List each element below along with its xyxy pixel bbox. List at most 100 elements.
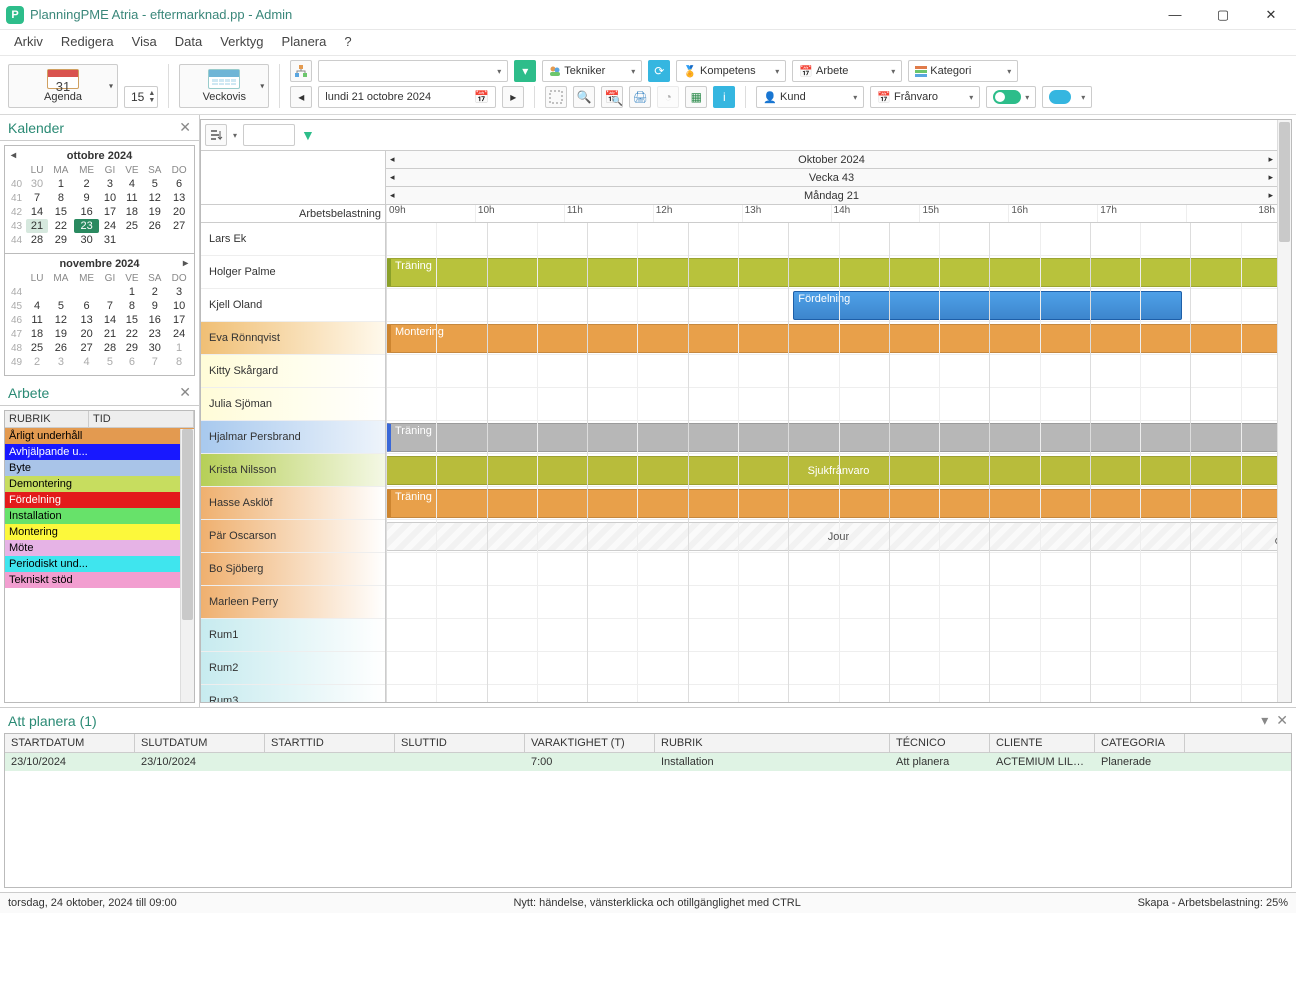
calendar-day[interactable]: 21: [99, 327, 120, 341]
resource-row[interactable]: Bo Sjöberg: [201, 553, 385, 586]
calendar-day[interactable]: 14: [99, 313, 120, 327]
calendar-search-icon[interactable]: 📅🔍: [601, 86, 623, 108]
calendar-day[interactable]: 3: [48, 355, 74, 369]
calendar-day[interactable]: 24: [99, 219, 120, 233]
chevron-down-icon[interactable]: ▾: [109, 82, 113, 91]
att-cell[interactable]: Planerade: [1095, 753, 1185, 771]
scrollbar[interactable]: [1277, 223, 1291, 702]
calendar-day[interactable]: 2: [26, 355, 48, 369]
calendar-day[interactable]: 26: [48, 341, 74, 355]
calendar-day[interactable]: 10: [166, 299, 192, 313]
resource-row[interactable]: Krista Nilsson: [201, 454, 385, 487]
calendar-day[interactable]: [26, 285, 48, 299]
nav-prev[interactable]: ◂: [390, 154, 395, 165]
arbete-item[interactable]: Avhjälpande u...: [5, 444, 194, 460]
menu-verktyg[interactable]: Verktyg: [220, 34, 263, 49]
calendar-day[interactable]: 2: [143, 285, 166, 299]
calendar-day[interactable]: 18: [26, 327, 48, 341]
calendar-day[interactable]: 4: [74, 355, 100, 369]
calendar-day[interactable]: 7: [26, 191, 48, 205]
calendar-day[interactable]: 19: [48, 327, 74, 341]
calendar-day[interactable]: [48, 285, 74, 299]
calendar-day[interactable]: 9: [143, 299, 166, 313]
calendar-day[interactable]: 13: [166, 191, 192, 205]
calendar-day[interactable]: 16: [74, 205, 100, 219]
resource-row[interactable]: Kjell Oland: [201, 289, 385, 322]
calendar-day[interactable]: 15: [48, 205, 74, 219]
calendar-day[interactable]: 11: [26, 313, 48, 327]
marquee-icon[interactable]: [545, 86, 567, 108]
kategori-dropdown[interactable]: Kategori▾: [908, 60, 1018, 82]
calendar-day[interactable]: 12: [143, 191, 166, 205]
calendar-day[interactable]: [120, 233, 143, 247]
filter1-dropdown[interactable]: ▾: [318, 60, 508, 82]
att-cell[interactable]: 7:00: [525, 753, 655, 771]
calendar-day[interactable]: 23: [143, 327, 166, 341]
calendar-day[interactable]: 6: [120, 355, 143, 369]
calendar-day[interactable]: [99, 285, 120, 299]
col-tid[interactable]: TID: [89, 411, 194, 427]
calendar-day[interactable]: 23: [74, 219, 100, 233]
calendar-day[interactable]: 12: [48, 313, 74, 327]
calendar-day[interactable]: 20: [74, 327, 100, 341]
info-icon[interactable]: i: [713, 86, 735, 108]
menu-redigera[interactable]: Redigera: [61, 34, 114, 49]
resource-row[interactable]: Pär Oscarson: [201, 520, 385, 553]
calendar-day[interactable]: 1: [166, 341, 192, 355]
nav-next[interactable]: ▸: [1268, 172, 1273, 183]
arbete-item[interactable]: Tekniskt stöd: [5, 572, 194, 588]
att-col[interactable]: TÉCNICO: [890, 734, 990, 752]
calendar-day[interactable]: 28: [26, 233, 48, 247]
resource-row[interactable]: Marleen Perry: [201, 586, 385, 619]
calendar-day[interactable]: 30: [143, 341, 166, 355]
calendar-day[interactable]: 6: [74, 299, 100, 313]
toggle2-dropdown[interactable]: ▾: [1042, 86, 1092, 108]
minimize-button[interactable]: —: [1162, 7, 1188, 23]
sort-icon[interactable]: [205, 124, 227, 146]
calendar-day[interactable]: 5: [99, 355, 120, 369]
calendar-day[interactable]: 19: [143, 205, 166, 219]
scrollbar[interactable]: [180, 429, 194, 702]
arbete-item[interactable]: Demontering: [5, 476, 194, 492]
att-col[interactable]: STARTTID: [265, 734, 395, 752]
att-col[interactable]: VARAKTIGHET (T): [525, 734, 655, 752]
calendar-day[interactable]: [74, 285, 100, 299]
resource-row[interactable]: Holger Palme: [201, 256, 385, 289]
arbete-item[interactable]: Installation: [5, 508, 194, 524]
calendar-day[interactable]: 7: [99, 299, 120, 313]
tekniker-dropdown[interactable]: Tekniker▾: [542, 60, 642, 82]
calendar-day[interactable]: 4: [26, 299, 48, 313]
calendar-day[interactable]: 27: [74, 341, 100, 355]
resource-row[interactable]: Julia Sjöman: [201, 388, 385, 421]
agenda-button[interactable]: 31 Agenda ▾: [8, 64, 118, 108]
att-cell[interactable]: ACTEMIUM LILLE ...: [990, 753, 1095, 771]
maximize-button[interactable]: ▢: [1210, 7, 1236, 23]
calendar-day[interactable]: 30: [26, 177, 48, 191]
calendar-day[interactable]: 18: [120, 205, 143, 219]
refresh-icon[interactable]: ⟳: [648, 60, 670, 82]
filter-icon[interactable]: ▼: [301, 127, 315, 143]
kund-dropdown[interactable]: 👤Kund▾: [756, 86, 864, 108]
calendar-day[interactable]: 26: [143, 219, 166, 233]
resource-row[interactable]: Hjalmar Persbrand: [201, 421, 385, 454]
search-input[interactable]: [243, 124, 295, 146]
pie-icon[interactable]: ◔: [657, 86, 679, 108]
calendar-day[interactable]: 22: [48, 219, 74, 233]
arbete-item[interactable]: Fördelning: [5, 492, 194, 508]
toggle1-dropdown[interactable]: ▾: [986, 86, 1036, 108]
calendar-day[interactable]: 29: [120, 341, 143, 355]
close-icon[interactable]: ✕: [179, 384, 191, 401]
calendar-day[interactable]: 3: [99, 177, 120, 191]
calendar-day[interactable]: 29: [48, 233, 74, 247]
arbete-item[interactable]: Periodiskt und...: [5, 556, 194, 572]
franvaro-dropdown[interactable]: 📅Frånvaro▾: [870, 86, 980, 108]
nav-prev[interactable]: ◂: [390, 190, 395, 201]
collapse-icon[interactable]: ▾: [1261, 712, 1268, 729]
calendar-day[interactable]: 1: [48, 177, 74, 191]
search-icon[interactable]: 🔍: [573, 86, 595, 108]
menu-arkiv[interactable]: Arkiv: [14, 34, 43, 49]
menu-planera[interactable]: Planera: [282, 34, 327, 49]
event-bar[interactable]: Fördelning: [793, 291, 1182, 320]
close-icon[interactable]: ✕: [179, 119, 191, 136]
print-icon[interactable]: 🖨: [629, 86, 651, 108]
